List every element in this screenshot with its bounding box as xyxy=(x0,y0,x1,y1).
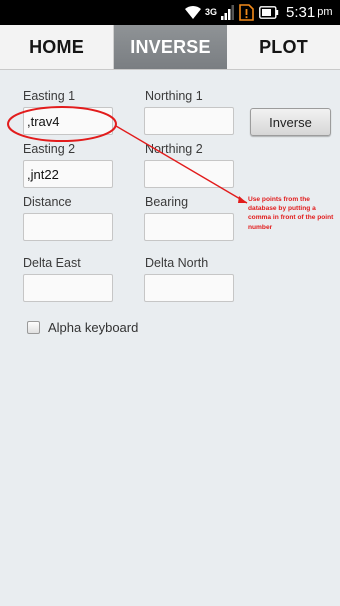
signal-icon xyxy=(221,3,235,21)
bearing-label: Bearing xyxy=(145,195,189,209)
clock-ampm: pm xyxy=(317,6,333,18)
easting1-field[interactable] xyxy=(23,107,113,135)
annotation-text: Use points from the database by putting … xyxy=(248,196,334,231)
tab-inverse[interactable]: INVERSE xyxy=(114,25,227,69)
inverse-button[interactable]: Inverse xyxy=(250,108,331,136)
delta-east-field[interactable] xyxy=(23,274,113,302)
easting2-field[interactable] xyxy=(23,160,113,188)
distance-label: Distance xyxy=(23,195,72,209)
delta-north-label: Delta North xyxy=(145,256,209,270)
northing2-label: Northing 2 xyxy=(145,142,203,156)
northing1-label: Northing 1 xyxy=(145,89,203,103)
tab-home[interactable]: HOME xyxy=(0,25,114,69)
bearing-field[interactable] xyxy=(144,213,234,241)
northing1-field[interactable] xyxy=(144,107,234,135)
delta-east-label: Delta East xyxy=(23,256,81,270)
clock-time: 5:31 xyxy=(286,3,316,21)
status-bar: 3G 5:31 pm xyxy=(0,0,340,25)
easting1-label: Easting 1 xyxy=(23,89,76,103)
northing2-field[interactable] xyxy=(144,160,234,188)
distance-field[interactable] xyxy=(23,213,113,241)
wifi-icon xyxy=(184,3,202,21)
alpha-keyboard-label: Alpha keyboard xyxy=(48,320,139,335)
alpha-keyboard-checkbox[interactable] xyxy=(27,321,40,334)
battery-icon xyxy=(259,3,279,21)
easting2-label: Easting 2 xyxy=(23,142,76,156)
network-type-icon: 3G xyxy=(205,7,218,17)
sim-alert-icon xyxy=(238,3,254,21)
tab-bar: HOME INVERSE PLOT xyxy=(0,25,340,70)
annotation-arrowhead xyxy=(238,196,247,203)
tab-plot[interactable]: PLOT xyxy=(227,25,340,69)
delta-north-field[interactable] xyxy=(144,274,234,302)
clock: 5:31 pm xyxy=(286,3,332,21)
